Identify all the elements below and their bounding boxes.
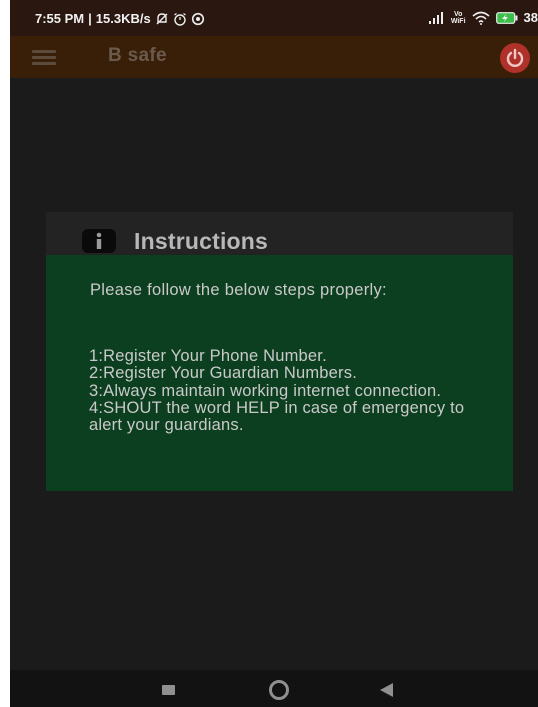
status-left: 7:55 PM | 15.3KB/s (35, 11, 205, 26)
recent-apps-icon[interactable] (162, 685, 175, 695)
status-right: Vo WiFi 38 (428, 10, 538, 25)
battery-charging-icon (495, 11, 518, 24)
dialog-header: Instructions (46, 212, 513, 255)
info-icon (82, 229, 118, 253)
battery-percent: 38 (523, 10, 538, 25)
power-icon[interactable] (500, 43, 530, 73)
network-speed: 15.3KB/s (95, 11, 151, 26)
navigation-bar (10, 670, 538, 707)
back-icon[interactable] (380, 683, 393, 697)
dialog-title: Instructions (134, 228, 269, 254)
data-saver-icon (191, 12, 205, 26)
instructions-dialog: Instructions Please follow the below ste… (46, 212, 513, 491)
app-bar: B safe (10, 36, 538, 78)
app-title: B safe (108, 45, 167, 66)
vowifi-icon: Vo WiFi (451, 11, 466, 25)
status-separator: | (88, 11, 92, 26)
instructions-steps: 1:Register Your Phone Number. 2:Register… (89, 347, 465, 435)
alarm-icon (173, 12, 187, 26)
phone-screen: 7:55 PM | 15.3KB/s Vo WiFi 38 B safe Ins… (10, 0, 538, 707)
notifications-muted-icon (155, 12, 169, 26)
home-icon[interactable] (269, 680, 289, 700)
clock: 7:55 PM (35, 11, 85, 26)
hamburger-menu-icon[interactable] (32, 48, 60, 66)
vowifi-top-label: Vo (453, 10, 463, 18)
vowifi-bottom-label: WiFi (450, 17, 466, 25)
instructions-intro: Please follow the below steps properly: (90, 281, 387, 299)
signal-icon (428, 11, 445, 24)
wifi-icon (472, 11, 490, 25)
dialog-body: Please follow the below steps properly: … (46, 255, 513, 491)
status-bar: 7:55 PM | 15.3KB/s Vo WiFi 38 (10, 0, 538, 36)
